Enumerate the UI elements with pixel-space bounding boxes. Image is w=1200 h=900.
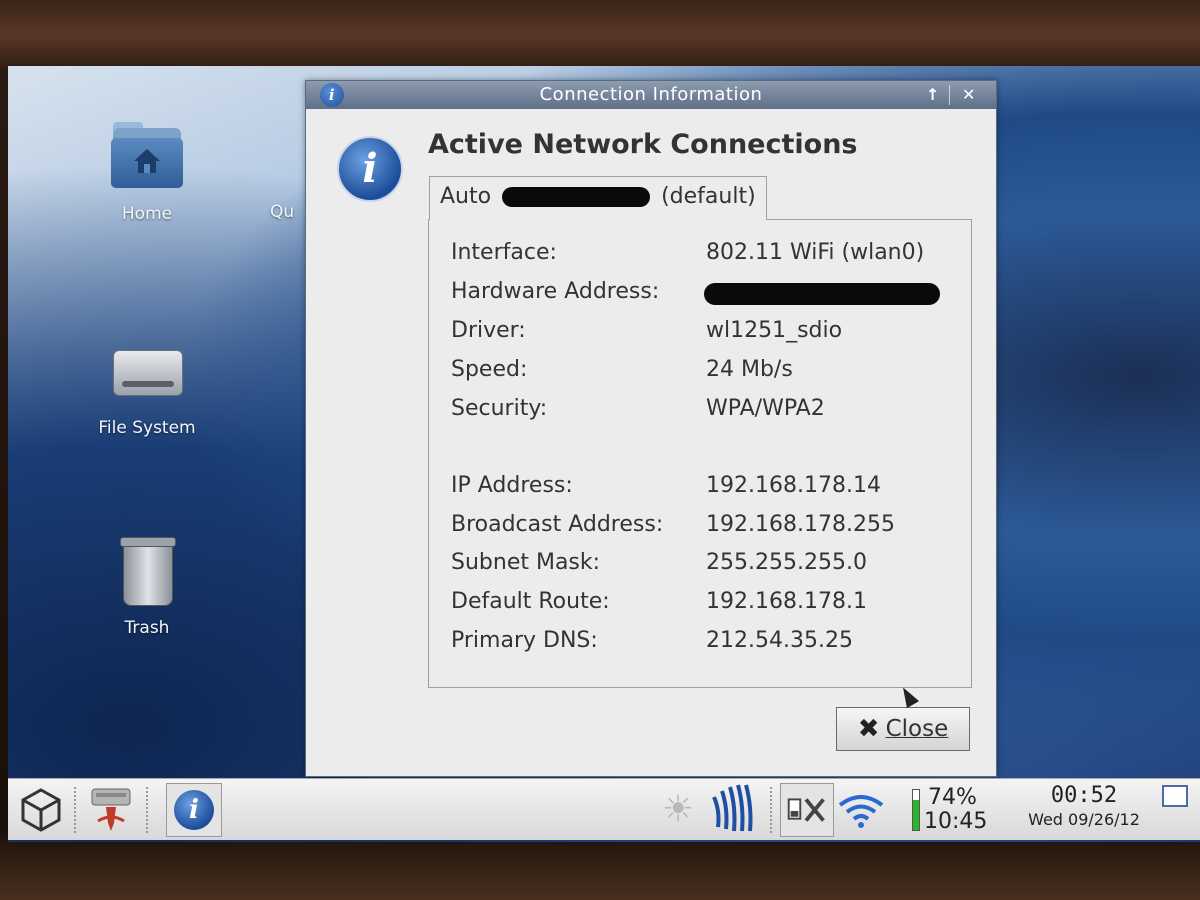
detail-value: WPA/WPA2 (706, 396, 825, 421)
info-icon[interactable]: i (320, 83, 344, 107)
trash-icon (107, 536, 187, 606)
desktop-icon-label: Qu (270, 202, 295, 222)
detail-value: 255.255.255.0 (706, 550, 867, 575)
show-desktop-button[interactable] (1162, 783, 1196, 837)
detail-value: wl1251_sdio (706, 318, 843, 343)
detail-label: Interface: (451, 240, 557, 265)
redacted-network-name (502, 187, 651, 207)
taskbar-separator (146, 787, 150, 833)
detail-label: Hardware Address: (451, 279, 660, 304)
hard-drive-icon (107, 336, 187, 406)
detail-value: 192.168.178.14 (706, 473, 881, 498)
detail-value: 192.168.178.1 (706, 589, 867, 614)
wifi-icon[interactable] (836, 783, 886, 837)
title-separator (949, 85, 950, 105)
desktop-icon-trash[interactable]: Trash (82, 536, 212, 638)
battery-time-remaining: 10:45 (924, 809, 988, 834)
clock-date: Wed 09/26/12 (1028, 810, 1140, 829)
brightness-icon[interactable]: ☀ (656, 783, 700, 837)
battery-icon (912, 789, 920, 831)
detail-value: 24 Mb/s (706, 357, 793, 382)
tab-suffix: (default) (661, 184, 756, 209)
detail-label: Security: (451, 396, 548, 421)
detail-label: Subnet Mask: (451, 550, 601, 575)
detail-label: Driver: (451, 318, 526, 343)
battery-indicator[interactable]: 74% 10:45 (910, 783, 1004, 837)
arrow-up-icon[interactable]: ↑ (920, 84, 946, 106)
detail-label: IP Address: (451, 473, 573, 498)
info-icon: i (337, 136, 403, 202)
detail-value: 192.168.178.255 (706, 512, 895, 537)
signal-strength-icon[interactable] (712, 783, 762, 837)
taskbar-separator (770, 787, 774, 833)
close-x-icon: ✖ (857, 714, 880, 744)
clock[interactable]: 00:52 Wed 09/26/12 (1014, 783, 1154, 837)
detail-label: Speed: (451, 357, 528, 382)
tab-prefix: Auto (440, 184, 492, 209)
tools-icon (787, 798, 825, 822)
clock-time: 00:52 (1050, 783, 1118, 808)
network-manager-button[interactable] (84, 783, 138, 837)
task-connection-information[interactable]: i (166, 783, 222, 837)
detail-value: 802.11 WiFi (wlan0) (706, 240, 925, 265)
close-button[interactable]: ✖ Close (836, 707, 970, 751)
network-plug-icon (91, 788, 131, 831)
cube-menu-icon (21, 788, 61, 832)
info-icon: i (174, 790, 214, 830)
tab-connection[interactable]: Auto (default) (429, 176, 767, 220)
window-title: Connection Information (539, 84, 763, 105)
battery-fill (913, 800, 919, 830)
desktop-icon-home[interactable]: Home (82, 122, 212, 224)
taskbar: i ☀ 74% 10:45 00:52 Wed 09/26/12 (8, 778, 1200, 840)
app-menu-button[interactable] (14, 783, 68, 837)
show-desktop-icon (1162, 785, 1188, 807)
detail-label: Default Route: (451, 589, 610, 614)
battery-percent: 74% (928, 785, 977, 810)
desktop-icon-label: Home (121, 204, 173, 224)
taskbar-separator (74, 787, 78, 833)
desktop-icon-label: File System (98, 418, 196, 438)
redacted-hardware-address (704, 283, 940, 305)
dialog-heading: Active Network Connections (428, 129, 858, 160)
connection-details-panel: Interface: 802.11 WiFi (wlan0) Hardware … (428, 219, 972, 688)
home-folder-icon (107, 122, 187, 192)
close-button-label: Close (885, 716, 949, 742)
desktop-icon-partial[interactable]: Qu (270, 202, 310, 222)
desktop-icon-file-system[interactable]: File System (82, 336, 212, 438)
tools-button[interactable] (780, 783, 834, 837)
detail-label: Broadcast Address: (451, 512, 664, 537)
connection-info-dialog: i Connection Information ↑ ✕ i Active Ne… (305, 80, 997, 777)
title-bar[interactable]: i Connection Information ↑ ✕ (306, 81, 996, 109)
detail-label: Primary DNS: (451, 628, 598, 653)
detail-value: 212.54.35.25 (706, 628, 853, 653)
desktop-icon-label: Trash (124, 618, 170, 638)
close-icon[interactable]: ✕ (956, 84, 982, 106)
